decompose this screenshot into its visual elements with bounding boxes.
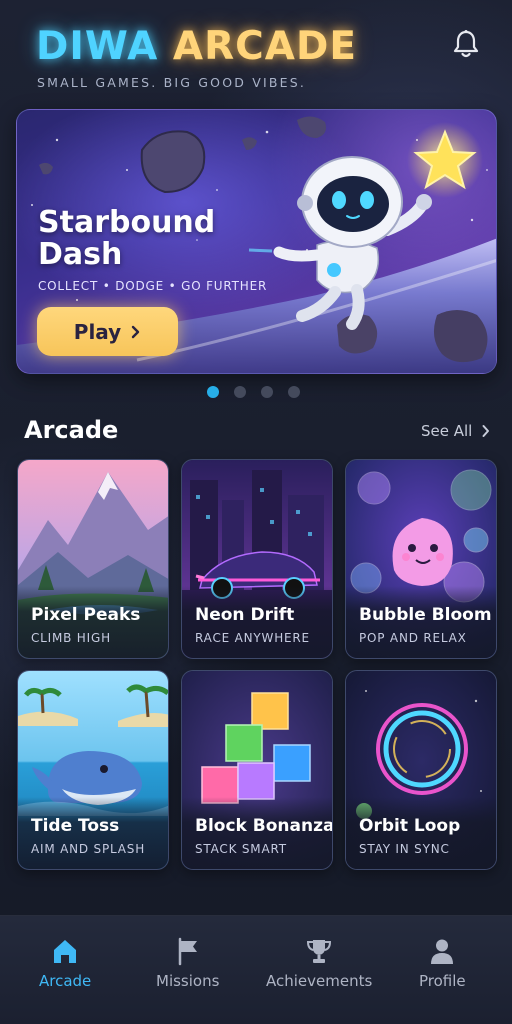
game-tagline: STAY IN SYNC xyxy=(359,842,450,856)
nav-item-label: Missions xyxy=(156,972,220,990)
person-icon xyxy=(431,939,454,964)
game-name: Block Bonanza xyxy=(195,816,333,836)
notifications-button[interactable] xyxy=(448,26,484,62)
app-title-diwa: DIWA xyxy=(36,24,159,69)
game-name: Pixel Peaks xyxy=(31,605,141,625)
see-all-link[interactable]: See All xyxy=(421,422,490,440)
nav-item-label: Arcade xyxy=(39,972,92,990)
game-tagline: CLIMB HIGH xyxy=(31,631,111,645)
carousel-dot-2[interactable] xyxy=(234,386,246,398)
nav-item-missions[interactable]: Missions xyxy=(156,936,219,990)
nav-item-label: Profile xyxy=(419,972,466,990)
chevron-right-icon xyxy=(132,325,140,338)
game-card-pixel-peaks[interactable]: Pixel Peaks CLIMB HIGH xyxy=(17,459,169,659)
game-tagline: AIM AND SPLASH xyxy=(31,842,146,856)
nav-item-profile[interactable]: Profile xyxy=(419,936,466,990)
nav-item-arcade[interactable]: Arcade xyxy=(39,936,91,990)
play-button[interactable]: Play xyxy=(37,307,178,356)
game-tagline: RACE ANYWHERE xyxy=(195,631,310,645)
featured-game-banner[interactable]: Starbound Dash COLLECT • DODGE • GO FURT… xyxy=(16,109,497,374)
play-button-label: Play xyxy=(73,319,122,344)
game-name: Orbit Loop xyxy=(359,816,461,836)
bottom-navigation: Arcade Missions Achievements Profile xyxy=(0,915,512,1024)
game-card-tide-toss[interactable]: Tide Toss AIM AND SPLASH xyxy=(17,670,169,870)
nav-item-label: Achievements xyxy=(266,972,373,990)
app-title-arcade: ARCADE xyxy=(172,24,357,69)
game-card-neon-drift[interactable]: Neon Drift RACE ANYWHERE xyxy=(181,459,333,659)
game-card-orbit-loop[interactable]: Orbit Loop STAY IN SYNC xyxy=(345,670,497,870)
bell-icon xyxy=(453,30,479,58)
game-tagline: STACK SMART xyxy=(195,842,287,856)
carousel-dot-1[interactable] xyxy=(207,386,219,398)
game-name: Neon Drift xyxy=(195,605,295,625)
featured-game-title: Starbound Dash xyxy=(38,205,216,272)
game-card-block-bonanza[interactable]: Block Bonanza STACK SMART xyxy=(181,670,333,870)
game-name: Bubble Bloom xyxy=(359,605,492,625)
trophy-icon xyxy=(307,940,332,963)
nav-item-achievements[interactable]: Achievements xyxy=(266,936,372,990)
carousel-indicator xyxy=(207,386,300,398)
see-all-label: See All xyxy=(421,422,473,440)
home-icon xyxy=(54,940,77,963)
carousel-dot-4[interactable] xyxy=(288,386,300,398)
app-title: DIWA ARCADE xyxy=(36,24,357,69)
carousel-dot-3[interactable] xyxy=(261,386,273,398)
game-name: Tide Toss xyxy=(31,816,120,836)
app-tagline: SMALL GAMES. BIG GOOD VIBES. xyxy=(37,75,307,90)
game-tagline: POP AND RELAX xyxy=(359,631,467,645)
app-header: DIWA ARCADE SMALL GAMES. BIG GOOD VIBES. xyxy=(0,0,512,100)
section-title: Arcade xyxy=(24,416,119,444)
game-card-bubble-bloom[interactable]: Bubble Bloom POP AND RELAX xyxy=(345,459,497,659)
featured-game-subtitle: COLLECT • DODGE • GO FURTHER xyxy=(38,279,268,293)
chevron-right-icon xyxy=(482,425,490,437)
flag-icon xyxy=(178,937,197,966)
